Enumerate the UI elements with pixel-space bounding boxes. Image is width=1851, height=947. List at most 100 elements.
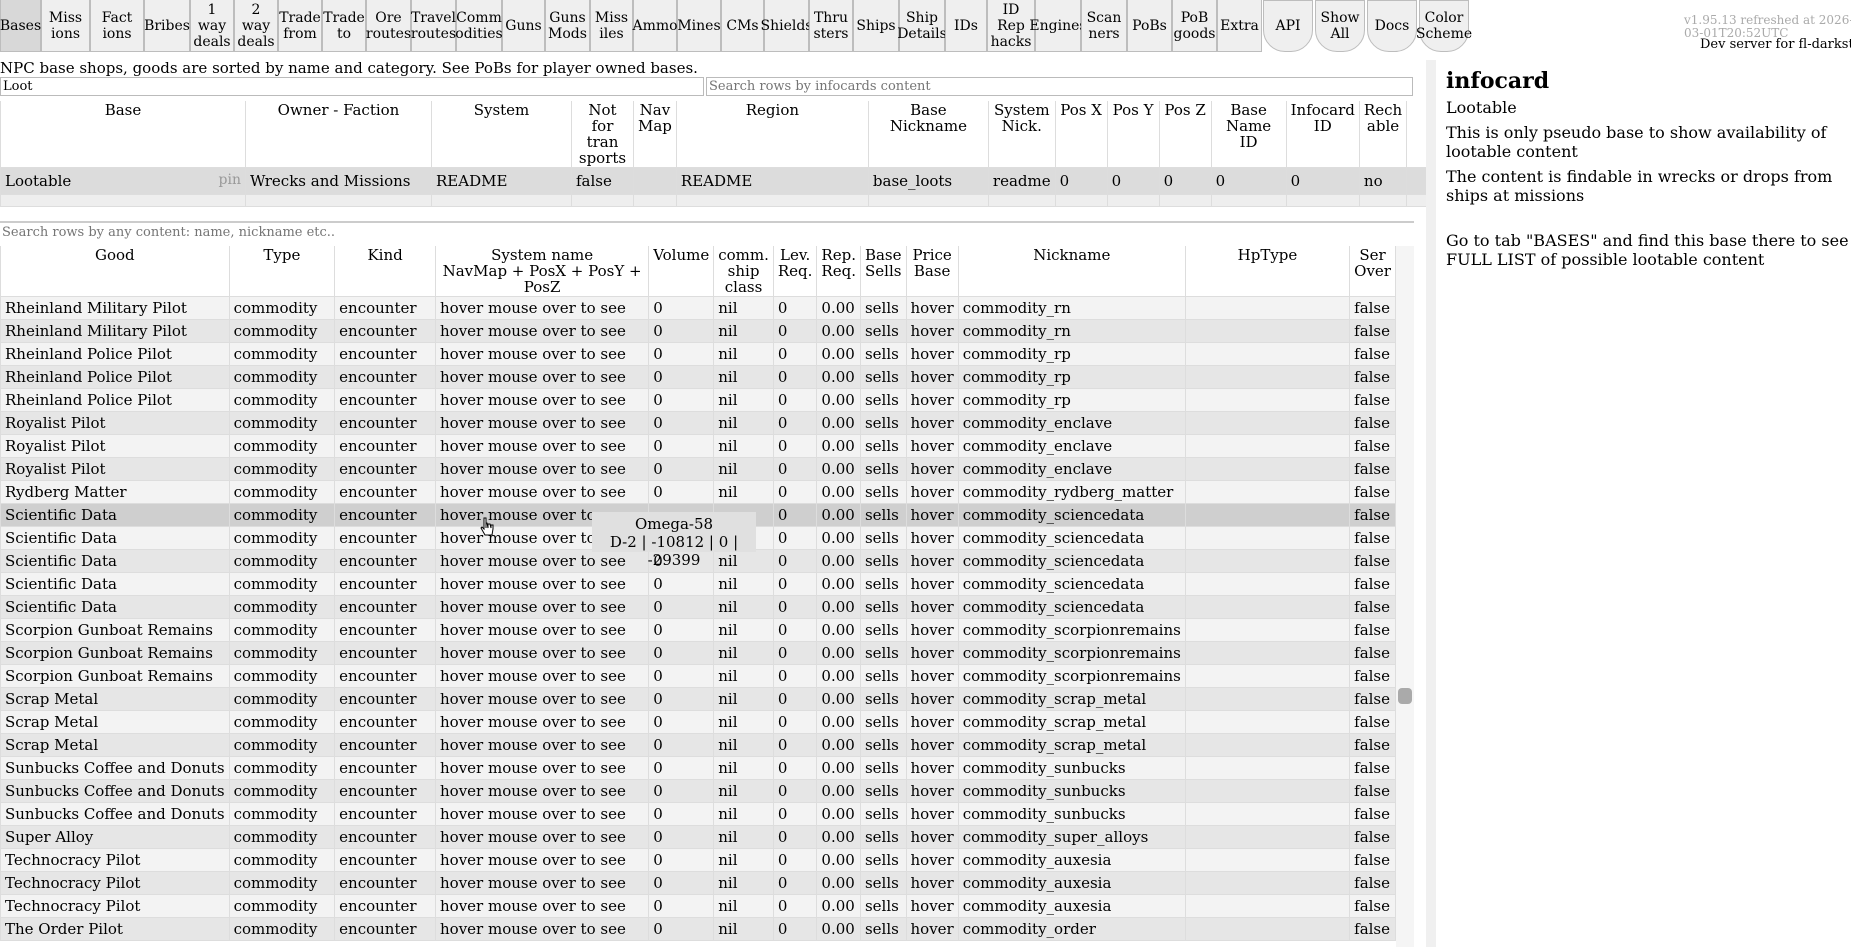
- bases-col-pos-y[interactable]: Pos Y: [1106, 101, 1160, 168]
- goods-table-row[interactable]: Rheinland Police Pilot commodity encounter…: [0, 342, 1396, 366]
- goods-col-ser-over[interactable]: Ser Over: [1349, 246, 1396, 297]
- tab-factions[interactable]: Fact ions: [90, 0, 144, 52]
- goods-col-nickname[interactable]: Nickname: [957, 246, 1186, 297]
- goods-table-row[interactable]: Technocracy Pilot commodity encounter hover…: [0, 871, 1396, 895]
- goods-table-row[interactable]: Rheinland Police Pilot commodity encounter…: [0, 365, 1396, 389]
- bases-col-system[interactable]: System: [431, 101, 572, 168]
- goods-table-row[interactable]: Sunbucks Coffee and Donuts commodity encou…: [0, 756, 1396, 780]
- tab-mines[interactable]: Mines: [677, 0, 721, 52]
- goods-cell: encounter: [334, 917, 436, 941]
- goods-table-row[interactable]: Scrap Metal commodity encounter hover mouse…: [0, 687, 1396, 711]
- tab-travelroutes[interactable]: Travel routes: [411, 0, 456, 52]
- pin-button[interactable]: pin: [219, 172, 241, 188]
- goods-col-comm-ship-class[interactable]: comm. ship class: [713, 246, 774, 297]
- goods-table-row[interactable]: The Order Pilot commodity encounter hover m…: [0, 917, 1396, 941]
- goods-cell: hover: [905, 687, 959, 711]
- tab-pobgoods[interactable]: PoB goods: [1172, 0, 1217, 52]
- goods-col-rep-req[interactable]: Rep. Req.: [816, 246, 861, 297]
- goods-table-row[interactable]: Technocracy Pilot commodity encounter hover…: [0, 894, 1396, 918]
- bases-col-base-name-id[interactable]: Base Name ID: [1210, 101, 1287, 168]
- goods-col-price-base[interactable]: Price Base: [905, 246, 959, 297]
- bases-col-infocard-id[interactable]: Infocard ID: [1285, 101, 1360, 168]
- goods-table-row[interactable]: Scientific Data commodity encounter hover m…: [0, 595, 1396, 619]
- goods-table-row[interactable]: Royalist Pilot commodity encounter hover mo…: [0, 434, 1396, 458]
- bases-table-row[interactable]: Lootable pin Wrecks and Missions README fals…: [0, 167, 1478, 195]
- infocard-search-input[interactable]: [706, 77, 1413, 96]
- goods-table-row[interactable]: Royalist Pilot commodity encounter hover mo…: [0, 411, 1396, 435]
- tab-scanners[interactable]: Scan ners: [1081, 0, 1127, 52]
- bases-col-rech-able[interactable]: Rech able: [1358, 101, 1408, 168]
- bases-col-base[interactable]: Base: [0, 101, 246, 168]
- goods-table-row[interactable]: Technocracy Pilot commodity encounter hover…: [0, 848, 1396, 872]
- tab-shields[interactable]: Shields: [761, 0, 813, 52]
- goods-table-row[interactable]: Royalist Pilot commodity encounter hover mo…: [0, 457, 1396, 481]
- goods-col-volume[interactable]: Volume: [648, 246, 715, 297]
- goods-table-row[interactable]: Scrap Metal commodity encounter hover mouse…: [0, 733, 1396, 757]
- goods-cell: Sunbucks Coffee and Donuts: [0, 802, 230, 826]
- goods-table-row[interactable]: Scrap Metal commodity encounter hover mouse…: [0, 710, 1396, 734]
- tab-1-waydeals[interactable]: 1 way deals: [190, 0, 234, 52]
- goods-scrollbar[interactable]: [1396, 246, 1414, 947]
- goods-table-row[interactable]: Rheinland Police Pilot commodity encounter…: [0, 388, 1396, 412]
- tab-colorscheme[interactable]: Color Scheme: [1416, 0, 1472, 52]
- bases-col-pos-z[interactable]: Pos Z: [1158, 101, 1212, 168]
- tab-gunsmods[interactable]: Guns Mods: [545, 0, 590, 52]
- tab-thrusters[interactable]: Thru sters: [809, 0, 853, 52]
- goods-table-row[interactable]: Scientific Data commodity encounter hover m…: [0, 572, 1396, 596]
- goods-scrollbar-thumb[interactable]: [1398, 688, 1412, 704]
- goods-table-row[interactable]: Sunbucks Coffee and Donuts commodity encou…: [0, 802, 1396, 826]
- goods-search-input[interactable]: [0, 221, 1414, 241]
- bases-col-nav-map[interactable]: Nav Map: [633, 101, 677, 168]
- bases-col-system-nick[interactable]: System Nick.: [987, 101, 1056, 168]
- tab-ships[interactable]: Ships: [853, 0, 899, 52]
- tab-missions[interactable]: Miss ions: [41, 0, 90, 52]
- goods-col-good[interactable]: Good: [0, 246, 230, 297]
- goods-table-row[interactable]: Scorpion Gunboat Remains commodity encount…: [0, 664, 1396, 688]
- tab-cms[interactable]: CMs: [721, 0, 764, 52]
- tab-bases[interactable]: Bases: [0, 0, 41, 52]
- bases-col-base-nickname[interactable]: Base Nickname: [867, 101, 989, 168]
- goods-cell: commodity: [228, 779, 336, 803]
- bases-col-pos-x[interactable]: Pos X: [1054, 101, 1108, 168]
- tab-ammo[interactable]: Ammo: [632, 0, 678, 52]
- base-search-input[interactable]: [0, 77, 704, 96]
- goods-table-row[interactable]: Rheinland Military Pilot commodity encount…: [0, 319, 1396, 343]
- goods-col-lev-req[interactable]: Lev. Req.: [772, 246, 818, 297]
- tab-pobs[interactable]: PoBs: [1127, 0, 1172, 52]
- tab-engines[interactable]: Engines: [1029, 0, 1087, 52]
- bases-col-not-for-tran-sports[interactable]: Not for tran sports: [571, 101, 634, 168]
- goods-cell: sells: [859, 802, 907, 826]
- tab-guns[interactable]: Guns: [502, 0, 545, 52]
- bases-col-owner-faction[interactable]: Owner - Faction: [245, 101, 432, 168]
- goods-col-kind[interactable]: Kind: [334, 246, 436, 297]
- tab-oreroutes[interactable]: Ore routes: [366, 0, 411, 52]
- tab-extra[interactable]: Extra: [1217, 0, 1262, 52]
- goods-cell: 0.00: [816, 595, 861, 619]
- tab-shipdetails[interactable]: Ship Details: [897, 0, 947, 52]
- goods-cell: nil: [713, 871, 774, 895]
- goods-table-row[interactable]: Rydberg Matter commodity encounter hover mo…: [0, 480, 1396, 504]
- goods-col-system-name-navmap-posx-posy-posz[interactable]: System name NavMap + PosX + PosY + PosZ: [434, 246, 650, 297]
- goods-table-row[interactable]: Super Alloy commodity encounter hover mouse…: [0, 825, 1396, 849]
- goods-col-type[interactable]: Type: [228, 246, 336, 297]
- goods-table-row[interactable]: Scorpion Gunboat Remains commodity encount…: [0, 641, 1396, 665]
- tab-commodities[interactable]: Comm odities: [455, 0, 503, 52]
- goods-table-row[interactable]: Sunbucks Coffee and Donuts commodity encou…: [0, 779, 1396, 803]
- bases-col-region[interactable]: Region: [675, 101, 869, 168]
- goods-cell: false: [1349, 871, 1396, 895]
- tab-bribes[interactable]: Bribes: [144, 0, 190, 52]
- tab-tradeto[interactable]: Trade to: [322, 0, 366, 52]
- tab-missiles[interactable]: Miss iles: [590, 0, 633, 52]
- tab-idrephacks[interactable]: ID Rep hacks: [987, 0, 1035, 52]
- tab-tradefrom[interactable]: Trade from: [278, 0, 322, 52]
- goods-col-base-sells[interactable]: Base Sells: [859, 246, 907, 297]
- goods-table-row[interactable]: Rheinland Military Pilot commodity encount…: [0, 296, 1396, 320]
- tab-api[interactable]: API: [1263, 0, 1313, 52]
- goods-col-hptype[interactable]: HpType: [1184, 246, 1351, 297]
- tab-2-waydeals[interactable]: 2 way deals: [234, 0, 278, 52]
- tab-showall[interactable]: Show All: [1315, 0, 1365, 52]
- tab-docs[interactable]: Docs: [1367, 0, 1417, 52]
- tab-ids[interactable]: IDs: [945, 0, 987, 52]
- goods-table-row[interactable]: Scorpion Gunboat Remains commodity encount…: [0, 618, 1396, 642]
- goods-cell: hover: [905, 480, 959, 504]
